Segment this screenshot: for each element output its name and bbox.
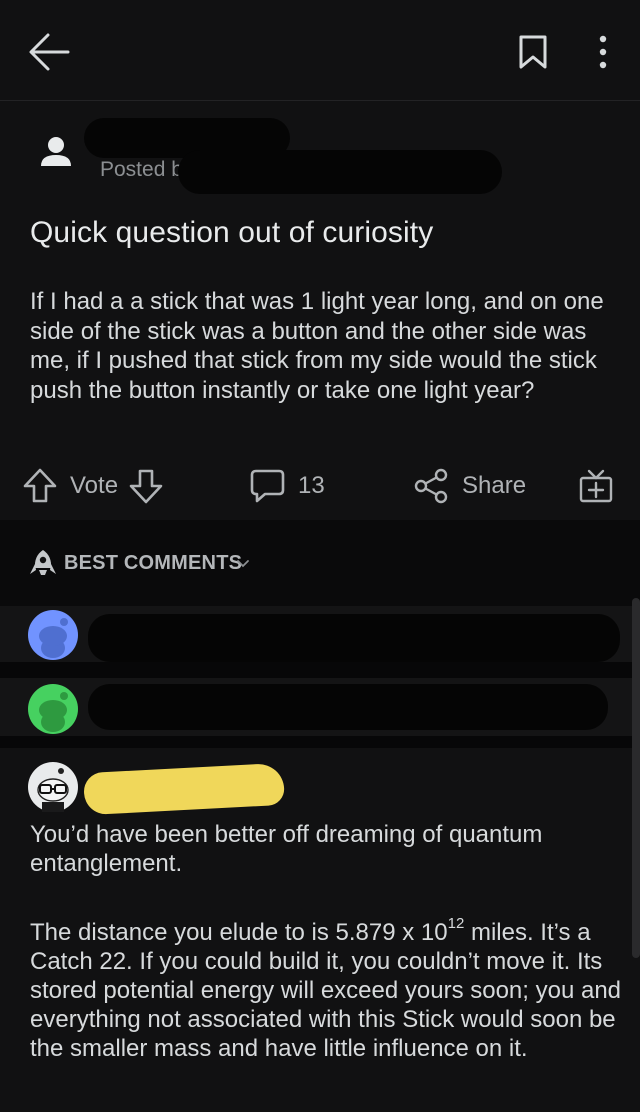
comment-count: 13 — [298, 472, 325, 499]
comments-button[interactable]: 13 — [248, 466, 325, 506]
redacted-subreddit — [178, 150, 502, 194]
share-button[interactable]: Share — [412, 466, 526, 506]
upvote-arrow-icon[interactable] — [22, 467, 58, 505]
top-app-bar — [0, 0, 640, 101]
more-vertical-icon[interactable] — [596, 34, 610, 70]
comment-paragraph-2: The distance you elude to is 5.879 x 101… — [30, 915, 626, 1063]
redacted-commenter-name — [83, 762, 285, 816]
comment-text-pre: The distance you elude to is 5.879 x 10 — [30, 919, 448, 946]
vote-label: Vote — [70, 472, 119, 499]
chevron-down-icon[interactable] — [236, 557, 250, 575]
comment-divider — [0, 736, 640, 748]
comment-divider — [0, 662, 640, 678]
sort-label[interactable]: BEST COMMENTS — [64, 552, 242, 575]
avatar[interactable] — [28, 684, 78, 734]
redacted-comment — [88, 614, 620, 662]
comment-bubble-icon — [248, 467, 286, 505]
rocket-icon[interactable] — [28, 548, 58, 583]
share-icon — [412, 467, 450, 505]
gift-icon[interactable] — [578, 468, 614, 509]
back-arrow-icon[interactable] — [28, 32, 70, 72]
comment-paragraph-1: You’d have been better off dreaming of q… — [30, 821, 543, 877]
share-label: Share — [462, 472, 527, 499]
downvote-arrow-icon[interactable] — [128, 467, 164, 505]
avatar[interactable] — [28, 610, 78, 660]
vote-control: Vote — [22, 466, 164, 506]
posted-by-label: Posted b — [100, 158, 183, 181]
avatar[interactable] — [28, 762, 78, 812]
post-body: If I had a a stick that was 1 light year… — [30, 288, 604, 404]
bookmark-icon[interactable] — [518, 34, 548, 70]
scrollbar[interactable] — [632, 598, 640, 958]
redacted-comment — [88, 684, 608, 730]
comment-exponent: 12 — [447, 915, 465, 932]
post-title: Quick question out of curiosity — [30, 216, 434, 249]
user-icon[interactable] — [38, 134, 74, 172]
